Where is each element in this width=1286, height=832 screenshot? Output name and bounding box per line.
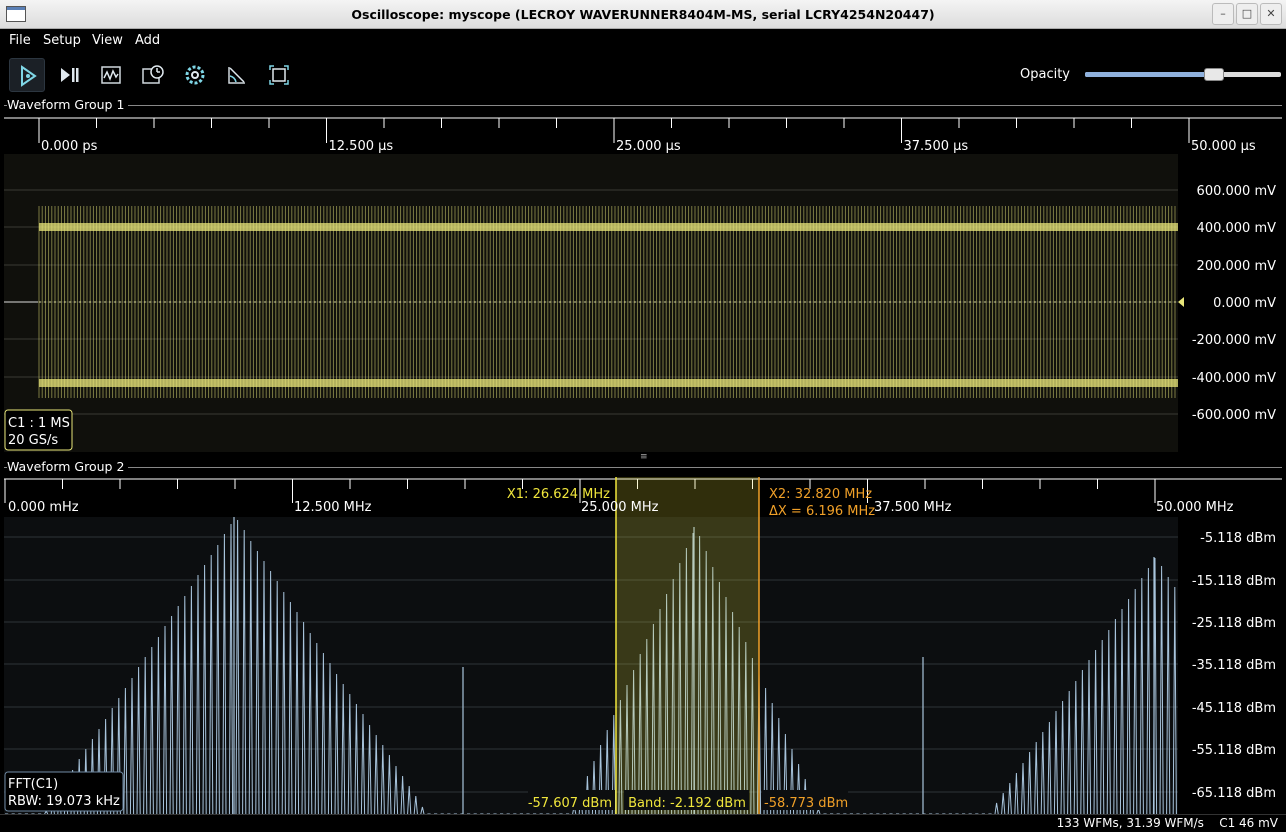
- menu-bar: File Setup View Add: [0, 29, 1286, 53]
- waveform-button[interactable]: [93, 58, 129, 92]
- band-left-readout: -57.607 dBm: [528, 796, 612, 811]
- group1-border: [4, 105, 1282, 106]
- window-titlebar: Oscilloscope: myscope (LECROY WAVERUNNER…: [0, 0, 1286, 29]
- cursor-x2-label: X2: 32.820 MHz: [769, 487, 872, 502]
- freq-tick-label: 50.000 MHz: [1156, 500, 1234, 515]
- group2-plot[interactable]: -5.118 dBm -15.118 dBm -25.118 dBm -35.118 …: [4, 477, 1282, 815]
- group2-panel[interactable]: -5.118 dBm -15.118 dBm -25.118 dBm -35.118 …: [4, 477, 1282, 815]
- single-button[interactable]: [51, 58, 87, 92]
- db-tick-label: -35.118 dBm: [1192, 658, 1276, 673]
- group1-label: Waveform Group 1: [7, 97, 129, 112]
- channel1-low-level: [39, 379, 1178, 387]
- db-tick-label: -5.118 dBm: [1200, 531, 1276, 546]
- menu-view[interactable]: View: [92, 33, 123, 48]
- status-text: 133 WFMs, 31.39 WFM/s C1 46 mV: [1056, 816, 1278, 830]
- channel1-high-level: [39, 223, 1178, 231]
- settings-button[interactable]: [177, 58, 213, 92]
- freq-tick-label: 12.500 MHz: [294, 500, 372, 515]
- time-tick-label: 25.000 µs: [616, 139, 681, 154]
- fullscreen-icon: [269, 65, 289, 85]
- measure-button[interactable]: [219, 58, 255, 92]
- voltage-tick-label: 0.000 mV: [1213, 296, 1276, 311]
- splitter-handle[interactable]: ≡: [640, 452, 648, 462]
- db-tick-label: -25.118 dBm: [1192, 616, 1276, 631]
- cursor-x1-label: X1: 26.624 MHz: [507, 487, 610, 502]
- fullscreen-button[interactable]: [261, 58, 297, 92]
- voltage-tick-label: 400.000 mV: [1197, 221, 1277, 236]
- group2-border: [4, 467, 1282, 468]
- opacity-slider-handle[interactable]: [1204, 68, 1225, 81]
- history-button[interactable]: [135, 58, 171, 92]
- single-icon: [61, 68, 79, 82]
- fft-plot-area: [4, 517, 1178, 814]
- db-tick-label: -45.118 dBm: [1192, 701, 1276, 716]
- voltage-tick-label: -200.000 mV: [1192, 333, 1276, 348]
- voltage-tick-label: -600.000 mV: [1192, 408, 1276, 423]
- freq-tick-label: 25.000 MHz: [581, 500, 659, 515]
- fft-rbw: RBW: 19.073 kHz: [8, 794, 120, 809]
- voltage-tick-label: 600.000 mV: [1197, 184, 1277, 199]
- toolbar: Opacity: [0, 53, 1286, 96]
- db-tick-label: -65.118 dBm: [1192, 786, 1276, 801]
- history-icon: [142, 65, 164, 84]
- channel1-name: C1 : 1 MS: [8, 416, 70, 431]
- maximize-icon[interactable]: □: [1236, 3, 1258, 25]
- db-tick-label: -15.118 dBm: [1192, 574, 1276, 589]
- band-center-readout: Band: -2.192 dBm: [628, 796, 746, 811]
- db-tick-label: -55.118 dBm: [1192, 743, 1276, 758]
- window-title: Oscilloscope: myscope (LECROY WAVERUNNER…: [351, 7, 935, 22]
- menu-file[interactable]: File: [9, 33, 31, 48]
- status-bar: 133 WFMs, 31.39 WFM/s C1 46 mV: [0, 814, 1286, 832]
- opacity-slider-fill: [1085, 72, 1215, 77]
- channel1-offset-marker: [1178, 297, 1184, 307]
- menu-add[interactable]: Add: [135, 33, 160, 48]
- group1-plot[interactable]: 0.000 ps 12.500 µs 25.000 µs 37.500 µs 50.00…: [4, 113, 1282, 452]
- settings-icon: [185, 65, 205, 85]
- time-tick-label: 37.500 µs: [904, 139, 969, 154]
- freq-tick-label: 0.000 mHz: [8, 500, 79, 515]
- channel1-samplerate: 20 GS/s: [8, 433, 58, 448]
- voltage-tick-label: -400.000 mV: [1192, 371, 1276, 386]
- start-icon: [21, 65, 37, 87]
- start-button[interactable]: [9, 58, 45, 92]
- close-icon[interactable]: ✕: [1260, 3, 1282, 25]
- cursor-band: [616, 477, 759, 814]
- cursor-dx-label: ΔX = 6.196 MHz: [769, 504, 875, 519]
- waveform-icon: [101, 66, 121, 84]
- voltage-tick-label: 200.000 mV: [1197, 259, 1277, 274]
- measure-icon: [228, 67, 245, 84]
- freq-tick-label: 37.500 MHz: [874, 500, 952, 515]
- time-tick-label: 50.000 µs: [1191, 139, 1256, 154]
- menu-setup[interactable]: Setup: [43, 33, 81, 48]
- fft-channel-name: FFT(C1): [8, 777, 58, 792]
- time-tick-label: 0.000 ps: [41, 139, 98, 154]
- opacity-slider[interactable]: [1085, 68, 1281, 81]
- group1-panel[interactable]: 0.000 ps 12.500 µs 25.000 µs 37.500 µs 50.00…: [4, 113, 1282, 452]
- band-right-readout: -58.773 dBm: [764, 796, 848, 811]
- group2-label: Waveform Group 2: [7, 459, 129, 474]
- minimize-icon[interactable]: –: [1212, 3, 1234, 25]
- time-tick-label: 12.500 µs: [329, 139, 394, 154]
- opacity-label: Opacity: [1020, 67, 1071, 82]
